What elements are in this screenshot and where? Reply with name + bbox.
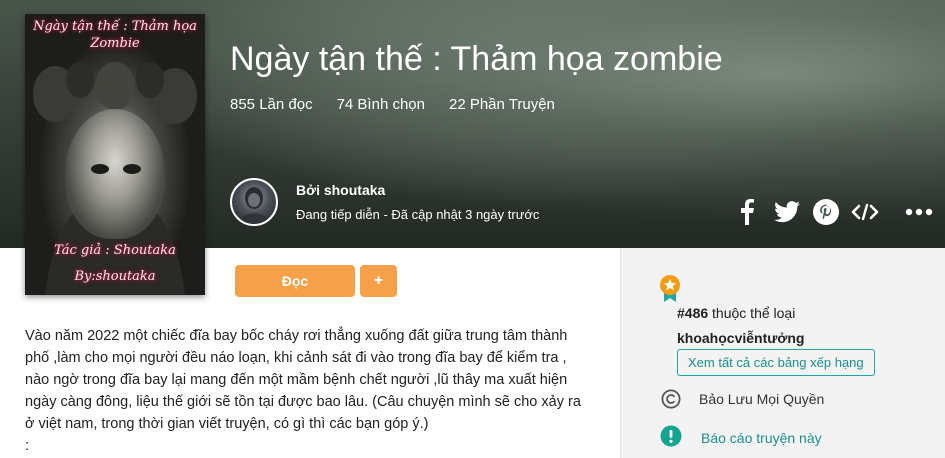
story-status: Đang tiếp diễn - Đã cập nhật 3 ngày trướ… xyxy=(296,207,540,222)
copyright-text: Bảo Lưu Mọi Quyền xyxy=(699,391,825,407)
pinterest-icon[interactable] xyxy=(812,198,840,226)
cover-title-line1: Ngày tận thế : Thảm họa xyxy=(33,19,197,34)
cover-title: Ngày tận thế : Thảm họa Zombie xyxy=(29,18,201,52)
description-line: ngày càng đông, liệu thế giới sẽ tồn tại… xyxy=(25,394,581,410)
vote-count: 74 Bình chọn xyxy=(336,96,425,113)
rank-suffix: thuộc thể loại xyxy=(708,305,796,321)
add-to-list-button[interactable]: + xyxy=(360,265,397,297)
description-line: phố ,làm cho mọi người đều náo loạn, khi… xyxy=(25,350,567,366)
description-line: Vào năm 2022 một chiếc đĩa bay bốc cháy … xyxy=(25,328,568,344)
rank-number: #486 xyxy=(677,305,709,321)
story-description: Vào năm 2022 một chiếc đĩa bay bốc cháy … xyxy=(25,325,600,457)
description-line: nào ngờ trong đĩa bay lại mang đến một m… xyxy=(25,372,568,388)
cover-face xyxy=(65,109,165,239)
embed-icon[interactable] xyxy=(850,198,880,226)
rank-category[interactable]: khoahọcviễntưởng xyxy=(677,330,804,346)
description-line: : xyxy=(25,438,30,454)
ranking-badge-icon xyxy=(658,274,682,302)
story-stats: 855 Lần đọc 74 Bình chọn 22 Phần Truyện xyxy=(230,96,555,113)
read-count: 855 Lần đọc xyxy=(230,96,313,113)
story-title: Ngày tận thế : Thảm họa zombie xyxy=(230,40,723,78)
view-all-rankings-button[interactable]: Xem tất cả các bảng xếp hạng xyxy=(677,349,875,376)
cover-author: Tác giả : Shoutaka xyxy=(54,243,176,258)
cover-byline: By:shoutaka xyxy=(74,269,156,284)
avatar-image xyxy=(238,187,270,224)
more-options-icon[interactable] xyxy=(904,198,934,226)
cover-eye xyxy=(123,164,141,174)
part-count: 22 Phần Truyện xyxy=(448,96,555,113)
facebook-icon[interactable] xyxy=(738,198,756,226)
report-story-link[interactable]: Báo cáo truyện này xyxy=(701,430,822,446)
read-button[interactable]: Đọc xyxy=(235,265,355,297)
author-avatar[interactable] xyxy=(230,178,278,226)
copyright-icon xyxy=(661,389,681,409)
ranking-text: #486 thuộc thể loại xyxy=(677,305,795,321)
description-line: ở việt nam, trong thời gian viết truyện,… xyxy=(25,416,429,432)
report-icon[interactable] xyxy=(660,425,682,447)
story-cover[interactable]: Ngày tận thế : Thảm họa Zombie Tác giả :… xyxy=(25,14,205,295)
cover-title-line2: Zombie xyxy=(90,36,140,51)
twitter-icon[interactable] xyxy=(772,198,802,226)
author-name[interactable]: Bởi shoutaka xyxy=(296,182,385,198)
cover-eye xyxy=(91,164,109,174)
